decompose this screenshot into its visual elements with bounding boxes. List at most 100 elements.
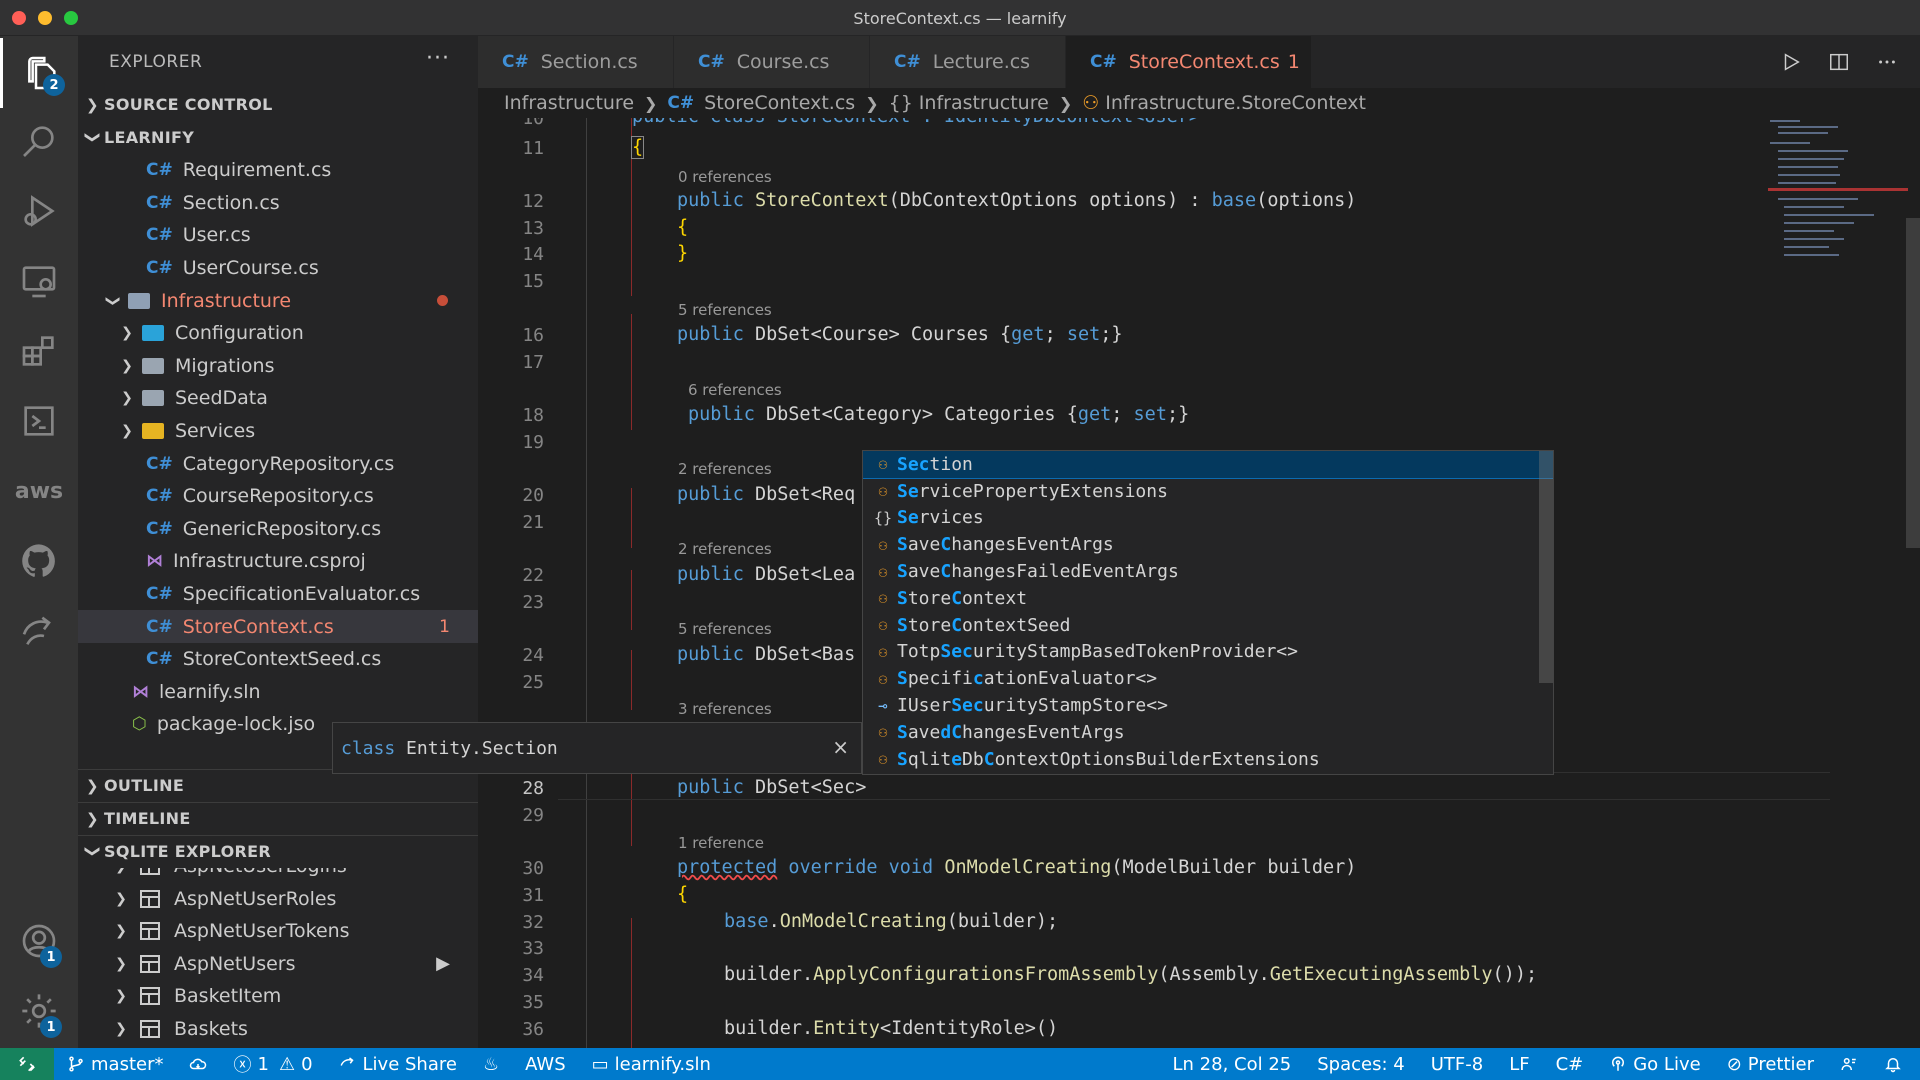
flame-status[interactable]: ♨: [470, 1054, 512, 1075]
branch-status[interactable]: master*: [54, 1054, 176, 1075]
tree-item-solution[interactable]: ⋈ learnify.sln: [78, 676, 478, 709]
references-codelens[interactable]: 5 references: [678, 301, 772, 319]
tree-item-specificationevaluator[interactable]: C# SpecificationEvaluator.cs: [78, 578, 478, 611]
code-text: ;: [1044, 324, 1067, 345]
tree-item-usercourse[interactable]: C# UserCourse.cs: [78, 252, 478, 285]
namespace-icon: {}: [888, 92, 913, 114]
tab-lecture[interactable]: C# Lecture.cs: [870, 36, 1066, 88]
references-codelens[interactable]: 2 references: [678, 540, 772, 558]
explorer-badge: 2: [43, 74, 65, 96]
notifications-button[interactable]: [1871, 1055, 1920, 1073]
breadcrumb-folder[interactable]: Infrastructure: [504, 92, 634, 114]
suggestion-item[interactable]: ⚇ Store Context: [863, 585, 1553, 612]
play-icon[interactable]: ▶: [436, 953, 450, 974]
manage-activity[interactable]: 1: [0, 976, 78, 1046]
code-text: (options): [1256, 190, 1357, 211]
go-live-button[interactable]: Go Live: [1596, 1054, 1713, 1075]
feedback-button[interactable]: [1827, 1055, 1871, 1073]
minimap[interactable]: [1768, 118, 1908, 318]
aws-status[interactable]: AWS: [512, 1054, 579, 1075]
tree-item-requirement[interactable]: C# Requirement.cs: [78, 154, 478, 187]
tree-item-courserepository[interactable]: C# CourseRepository.cs: [78, 480, 478, 513]
github-activity[interactable]: [0, 526, 78, 596]
suggestion-item[interactable]: ⚇ Save ChangesFailedEventArgs: [863, 558, 1553, 585]
references-codelens[interactable]: 1 reference: [678, 834, 764, 852]
tree-item-storecontextseed[interactable]: C# StoreContextSeed.cs: [78, 643, 478, 676]
tree-item-genericrepository[interactable]: C# GenericRepository.cs: [78, 513, 478, 546]
suggestion-item[interactable]: ⚇ Specifi c ationEvaluator<>: [863, 665, 1553, 692]
sqlite-table-label: AspNetUserLogins: [174, 868, 347, 877]
suggestion-item[interactable]: {} Se rvices: [863, 505, 1553, 532]
sqlite-table-item[interactable]: ❯ AspNetUserLogins: [78, 867, 478, 883]
folder-open-icon: [128, 292, 150, 309]
tree-item-storecontext[interactable]: C# StoreContext.cs 1: [78, 610, 478, 643]
references-codelens[interactable]: 3 references: [678, 700, 772, 718]
explorer-more-button[interactable]: ···: [426, 46, 450, 71]
vertical-scrollbar[interactable]: [1906, 218, 1920, 548]
references-codelens[interactable]: 5 references: [678, 620, 772, 638]
project-section[interactable]: ❯ LEARNIFY: [78, 121, 478, 154]
solution-status[interactable]: ▭ learnify.sln: [579, 1054, 724, 1075]
aws-activity[interactable]: aws: [0, 456, 78, 526]
code-line: public DbSet<Course> Courses {get; set;}: [677, 324, 1123, 345]
problems-status[interactable]: ⓧ 1 ⚠ 0: [220, 1051, 325, 1077]
references-codelens[interactable]: 0 references: [678, 168, 772, 186]
sqlite-table-item[interactable]: ❯ AspNetUsers ▶: [78, 947, 478, 980]
timeline-section[interactable]: ❯ TIMELINE: [78, 801, 478, 835]
tree-item-categoryrepository[interactable]: C# CategoryRepository.cs: [78, 447, 478, 480]
line-endings[interactable]: LF: [1496, 1054, 1542, 1075]
live-share-status[interactable]: Live Share: [326, 1054, 470, 1075]
live-share-activity[interactable]: [0, 596, 78, 666]
accounts-activity[interactable]: 1: [0, 906, 78, 976]
tree-item-csproj[interactable]: ⋈ Infrastructure.csproj: [78, 545, 478, 578]
source-control-section[interactable]: ❯ SOURCE CONTROL: [78, 88, 478, 121]
encoding[interactable]: UTF-8: [1418, 1054, 1496, 1075]
suggestion-item[interactable]: ⚇ Save ChangesEventArgs: [863, 531, 1553, 558]
run-debug-activity[interactable]: [0, 176, 78, 246]
language-mode[interactable]: C#: [1543, 1054, 1597, 1075]
explorer-activity[interactable]: 2: [0, 38, 78, 108]
close-icon[interactable]: ×: [832, 735, 849, 759]
search-activity[interactable]: [0, 106, 78, 176]
tab-course[interactable]: C# Course.cs: [674, 36, 870, 88]
remote-explorer-activity[interactable]: [0, 246, 78, 316]
tree-item-section[interactable]: C# Section.cs: [78, 187, 478, 220]
sqlite-table-item[interactable]: ❯ AspNetUserRoles: [78, 882, 478, 915]
sqlite-table-item[interactable]: ❯ Baskets: [78, 1013, 478, 1046]
references-codelens[interactable]: 6 references: [688, 381, 782, 399]
sqlite-explorer-section[interactable]: ❯ SQLITE EXPLORER: [78, 834, 478, 868]
breadcrumb-namespace[interactable]: Infrastructure: [919, 92, 1049, 114]
tree-folder-seeddata[interactable]: ❯ SeedData: [78, 382, 478, 415]
indentation[interactable]: Spaces: 4: [1304, 1054, 1417, 1075]
references-codelens[interactable]: 2 references: [678, 460, 772, 478]
sync-status[interactable]: [176, 1055, 220, 1073]
suggestion-item[interactable]: ⚇ Sec tion: [863, 451, 1553, 479]
suggestion-scrollbar[interactable]: [1539, 451, 1553, 683]
tree-item-user[interactable]: C# User.cs: [78, 219, 478, 252]
tree-folder-services[interactable]: ❯ Services: [78, 415, 478, 448]
breadcrumb-file[interactable]: StoreContext.cs: [704, 92, 855, 114]
run-icon[interactable]: [1780, 51, 1802, 73]
tree-folder-configuration[interactable]: ❯ Configuration: [78, 317, 478, 350]
prettier-status[interactable]: ⊘ Prettier: [1714, 1054, 1827, 1075]
suggestion-item[interactable]: ⚇ Se rvicePropertyExtensions: [863, 478, 1553, 505]
tab-section[interactable]: C# Section.cs: [478, 36, 674, 88]
tab-storecontext[interactable]: C# StoreContext.cs 1: [1066, 36, 1312, 88]
suggestion-item[interactable]: ⚇ Save dC hangesEventArgs: [863, 719, 1553, 746]
suggestion-item[interactable]: ⊸ IUser Sec urityStampStore<>: [863, 692, 1553, 719]
tree-item-label: CourseRepository.cs: [182, 485, 374, 508]
more-actions-icon[interactable]: [1876, 51, 1898, 73]
extensions-activity[interactable]: [0, 316, 78, 386]
sqlite-table-item[interactable]: ❯ AspNetUserTokens: [78, 915, 478, 948]
cursor-position[interactable]: Ln 28, Col 25: [1160, 1054, 1305, 1075]
terminal-activity[interactable]: [0, 386, 78, 456]
suggestion-item[interactable]: ⚇ Totp Sec urityStampBasedTokenProvider<>: [863, 639, 1553, 666]
suggestion-item[interactable]: ⚇ Sqlit e Db ContextOptionsBuilderExtensions: [863, 746, 1553, 773]
sqlite-table-item[interactable]: ❯ BasketItem: [78, 980, 478, 1013]
split-editor-icon[interactable]: [1828, 51, 1850, 73]
tree-folder-infrastructure[interactable]: ❯ Infrastructure: [78, 284, 478, 317]
breadcrumb-class[interactable]: Infrastructure.StoreContext: [1105, 92, 1366, 114]
tree-folder-migrations[interactable]: ❯ Migrations: [78, 350, 478, 383]
remote-indicator[interactable]: [0, 1048, 54, 1080]
suggestion-item[interactable]: ⚇ Store ContextSeed: [863, 612, 1553, 639]
